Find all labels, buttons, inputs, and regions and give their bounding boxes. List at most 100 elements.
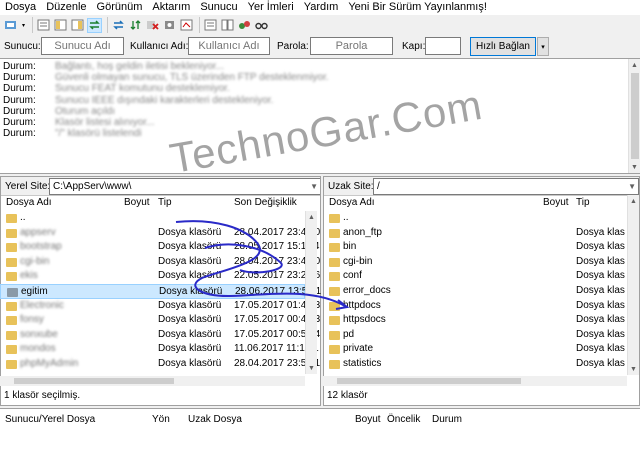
scroll-down-icon[interactable]: ▼	[306, 362, 317, 374]
file-row[interactable]: ..	[323, 211, 627, 226]
file-row[interactable]: anon_ftp Dosya klas	[323, 226, 627, 241]
file-row[interactable]: fonsy Dosya klasörü 17.05.2017 00:45:3	[0, 313, 320, 328]
process-queue-icon[interactable]	[128, 18, 143, 33]
find-icon[interactable]	[254, 18, 269, 33]
folder-icon	[6, 228, 17, 238]
file-row[interactable]: conf Dosya klas	[323, 269, 627, 284]
file-row[interactable]: pd Dosya klas	[323, 328, 627, 343]
file-row[interactable]: bootstrap Dosya klasörü 28.05.2017 15:11:4	[0, 240, 319, 255]
log-scrollbar[interactable]: ▲ ▼	[628, 59, 640, 173]
file-name: appserv	[20, 226, 56, 238]
file-row[interactable]: phpMyAdmin Dosya klasörü 28.04.2017 23:50:…	[0, 357, 320, 372]
menu-item[interactable]: Aktarım	[147, 0, 195, 15]
transfer-queue: Sunucu/Yerel Dosya Yön Uzak Dosya Boyut …	[0, 408, 640, 468]
col-name-header[interactable]: Dosya Adı	[329, 197, 375, 208]
cancel-icon[interactable]	[145, 18, 160, 33]
remote-path-combo[interactable]: / ▼	[373, 178, 639, 195]
compare-icon[interactable]	[220, 18, 235, 33]
menu-item[interactable]: Yeni Bir Sürüm Yayınlanmış!	[343, 0, 492, 15]
menu-item[interactable]: Sunucu	[195, 0, 242, 15]
file-row[interactable]: Electronic Dosya klasörü 17.05.2017 01:42:…	[0, 299, 320, 314]
file-row[interactable]: cgi-bin Dosya klasörü 28.04.2017 23:49:0	[0, 255, 320, 270]
menu-item[interactable]: Görünüm	[92, 0, 148, 15]
menu-item[interactable]: Dosya	[0, 0, 41, 15]
remote-hscrollbar[interactable]	[323, 376, 627, 386]
quickconnect-button[interactable]: Hızlı Bağlan	[470, 37, 536, 56]
remote-file-list[interactable]: .. anon_ftp Dosya klas bin Dosya klas cgi-bin…	[323, 211, 628, 376]
file-row[interactable]: error_docs Dosya klas	[323, 284, 627, 299]
local-tree-icon[interactable]	[53, 18, 68, 33]
file-row[interactable]: statistics Dosya klas	[323, 357, 627, 372]
col-size-header[interactable]: Boyut	[543, 197, 569, 208]
menu-item[interactable]: Düzenle	[41, 0, 91, 15]
remote-scrollbar[interactable]: ▲ ▼	[627, 195, 639, 375]
directory-filter-icon[interactable]	[203, 18, 218, 33]
remote-hscroll-thumb[interactable]	[337, 378, 521, 384]
menu-item[interactable]: Yer İmleri	[243, 0, 299, 15]
reconnect-icon[interactable]	[179, 18, 194, 33]
file-type: Dosya klas	[576, 226, 625, 238]
queue-col-size[interactable]: Boyut	[355, 414, 381, 425]
menu-item[interactable]: Yardım	[299, 0, 344, 15]
local-file-list[interactable]: .. appserv Dosya klasörü 28.04.2017 23:49:0…	[0, 211, 321, 376]
file-row[interactable]: ekis Dosya klasörü 22.05.2017 23:27:6	[0, 269, 320, 284]
transfer-queue-icon[interactable]	[87, 17, 102, 33]
file-row[interactable]: egitim Dosya klasörü 28.06.2017 13:50:1	[0, 284, 321, 299]
quickconnect-dropdown-button[interactable]: ▾	[537, 37, 549, 56]
queue-col-status[interactable]: Durum	[432, 414, 462, 425]
col-size-header[interactable]: Boyut	[124, 197, 150, 208]
col-name-header[interactable]: Dosya Adı	[6, 197, 52, 208]
port-input[interactable]	[425, 37, 461, 55]
file-row[interactable]: ..	[0, 211, 305, 226]
local-hscroll-thumb[interactable]	[14, 378, 174, 384]
chevron-down-icon[interactable]: ▼	[310, 179, 318, 194]
log-line: Durum: Bağlantı, hoş geldin iletisi bekle…	[0, 61, 640, 72]
toolbar-separator	[32, 17, 33, 33]
chevron-down-icon[interactable]: ▼	[628, 179, 636, 194]
queue-col-remote[interactable]: Uzak Dosya	[188, 414, 242, 425]
message-log-icon[interactable]	[36, 18, 51, 33]
file-row[interactable]: httpsdocs Dosya klas	[323, 313, 627, 328]
sync-browse-icon[interactable]	[237, 18, 252, 33]
file-type: Dosya klas	[576, 343, 625, 355]
scroll-up-icon[interactable]: ▲	[628, 195, 639, 207]
folder-icon	[329, 228, 340, 238]
refresh-icon[interactable]	[111, 18, 126, 33]
col-type-header[interactable]: Tip	[158, 197, 172, 208]
file-name: ekis	[20, 270, 38, 282]
local-hscrollbar[interactable]	[0, 376, 305, 386]
scroll-down-icon[interactable]: ▼	[629, 161, 640, 173]
col-type-header[interactable]: Tip	[576, 197, 590, 208]
file-row[interactable]: bin Dosya klas	[323, 240, 627, 255]
remote-tree-icon[interactable]	[70, 18, 85, 33]
folder-icon	[6, 257, 17, 267]
scroll-down-icon[interactable]: ▼	[628, 363, 639, 375]
file-row[interactable]: appserv Dosya klasörü 28.04.2017 23:49:0	[0, 226, 320, 241]
file-name: pd	[343, 328, 355, 340]
folder-icon	[6, 360, 17, 369]
scroll-up-icon[interactable]: ▲	[306, 211, 317, 223]
disconnect-icon[interactable]	[162, 18, 177, 33]
local-path-value: C:\AppServ\www\	[53, 181, 132, 192]
queue-col-priority[interactable]: Öncelik	[387, 414, 420, 425]
scroll-up-icon[interactable]: ▲	[629, 59, 640, 71]
host-input[interactable]	[41, 37, 124, 55]
folder-icon	[329, 301, 340, 311]
username-input[interactable]	[188, 37, 270, 55]
username-label: Kullanıcı Adı:	[130, 41, 189, 52]
password-input[interactable]	[310, 37, 393, 55]
log-scroll-thumb[interactable]	[631, 73, 639, 159]
file-row[interactable]: httpdocs Dosya klas	[323, 299, 627, 314]
file-row[interactable]: cgi-bin Dosya klas	[323, 255, 627, 270]
log-status-key: Durum:	[3, 116, 36, 128]
file-row[interactable]: mondos Dosya klasörü 11.06.2017 11:14:1	[0, 342, 319, 357]
queue-col-direction[interactable]: Yön	[152, 414, 170, 425]
queue-col-file[interactable]: Sunucu/Yerel Dosya	[5, 414, 95, 425]
file-row[interactable]: sonxube Dosya klasörü 17.05.2017 00:59:4	[0, 328, 320, 343]
file-name: error_docs	[343, 285, 391, 296]
file-row[interactable]: private Dosya klas	[323, 342, 627, 357]
local-scrollbar[interactable]: ▲ ▼	[305, 211, 317, 374]
dropdown-arrow-icon[interactable]: ▾	[20, 18, 27, 33]
col-modified-header[interactable]: Son Değişiklik	[234, 197, 297, 208]
site-manager-icon[interactable]	[3, 18, 18, 33]
